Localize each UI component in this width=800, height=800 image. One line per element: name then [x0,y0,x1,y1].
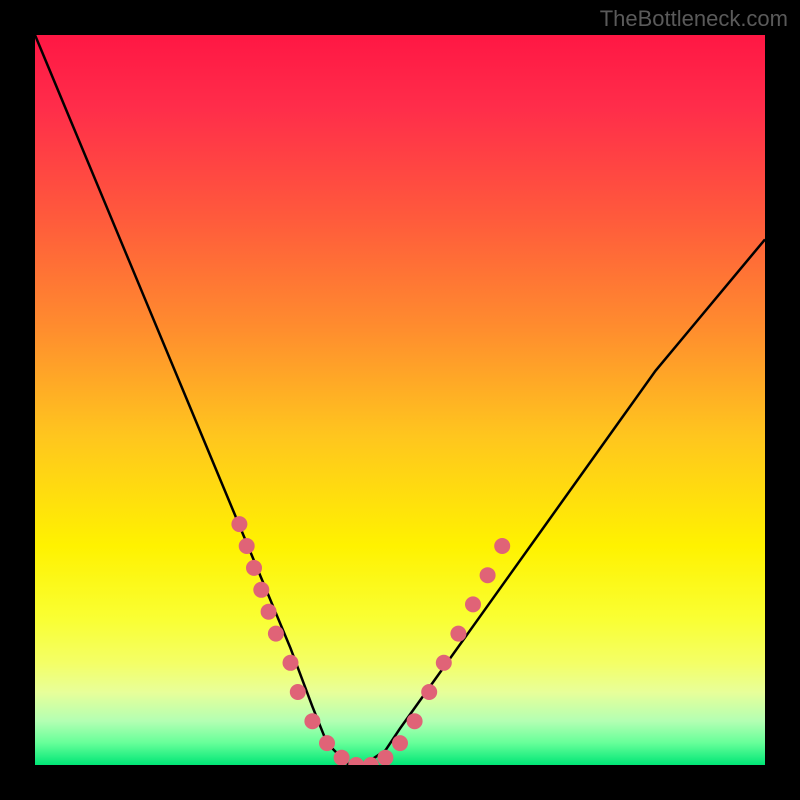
marker-point [377,750,393,765]
marker-point [494,538,510,554]
marker-point [363,757,379,765]
marker-point [304,713,320,729]
marker-point [436,655,452,671]
marker-point [421,684,437,700]
marker-point [319,735,335,751]
watermark-text: TheBottleneck.com [600,6,788,32]
chart-svg [35,35,765,765]
marker-point [480,567,496,583]
marker-point [334,750,350,765]
marker-point [392,735,408,751]
marker-group [231,516,510,765]
marker-point [231,516,247,532]
marker-point [283,655,299,671]
marker-point [253,582,269,598]
marker-point [261,604,277,620]
marker-point [290,684,306,700]
bottleneck-curve [35,35,765,765]
marker-point [348,757,364,765]
marker-point [407,713,423,729]
marker-point [450,626,466,642]
marker-point [268,626,284,642]
marker-point [239,538,255,554]
marker-point [465,596,481,612]
chart-area [35,35,765,765]
marker-point [246,560,262,576]
